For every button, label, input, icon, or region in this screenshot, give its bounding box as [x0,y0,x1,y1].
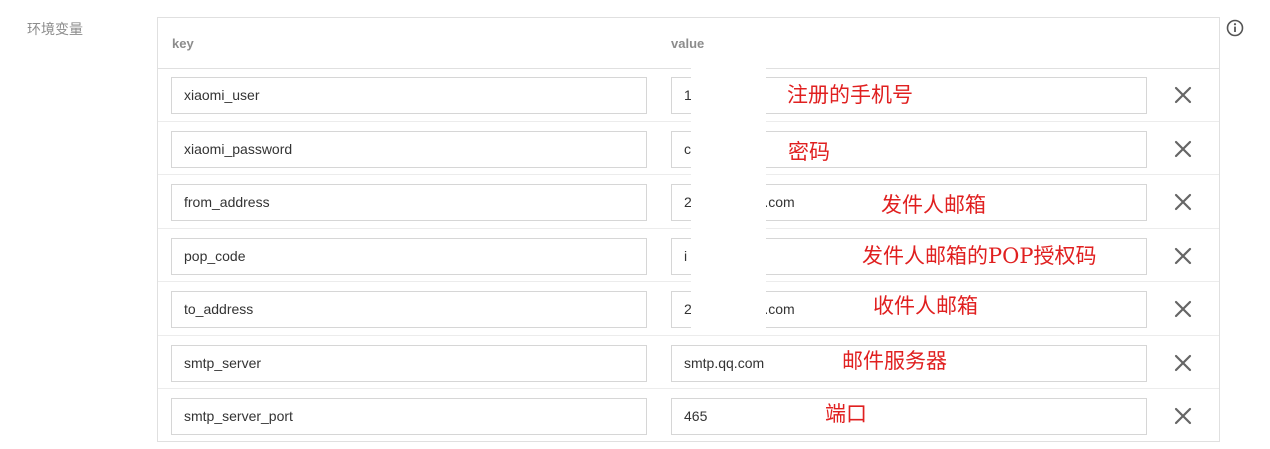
key-input[interactable]: smtp_server_port [171,398,647,435]
info-icon[interactable] [1226,19,1244,37]
close-icon[interactable] [1172,84,1194,106]
close-icon[interactable] [1172,405,1194,427]
table-header: key value [158,18,1219,69]
annotation-smtp-server-port: 端口 [825,402,867,426]
value-input[interactable]: 465 [671,398,1147,435]
table-row: xiaomi_user 1 [158,68,1219,122]
key-input[interactable]: xiaomi_password [171,130,647,168]
close-icon[interactable] [1172,352,1194,374]
table-row: smtp_server_port 465 [158,389,1219,443]
key-column-header: key [172,36,194,51]
key-input[interactable]: from_address [171,184,647,221]
annotation-smtp-server: 邮件服务器 [842,349,947,373]
table-row: xiaomi_password c [158,122,1219,175]
close-icon[interactable] [1172,138,1194,160]
table-row: from_address 2 @qq.com [158,175,1219,229]
close-icon[interactable] [1172,191,1194,213]
key-input[interactable]: xiaomi_user [171,77,647,114]
env-var-table: key value xiaomi_user 1 xiaomi_password … [157,17,1220,442]
annotation-pop-code: 发件人邮箱的POP授权码 [862,244,1097,268]
section-label: 环境变量 [27,21,83,37]
table-row: smtp_server smtp.qq.com [158,336,1219,389]
annotation-to-address: 收件人邮箱 [873,294,978,318]
key-input[interactable]: to_address [171,291,647,328]
annotation-xiaomi-user: 注册的手机号 [787,83,913,107]
close-icon[interactable] [1172,245,1194,267]
redaction-mask [691,68,766,330]
value-column-header: value [671,36,705,51]
key-input[interactable]: smtp_server [171,344,647,382]
annotation-xiaomi-password: 密码 [788,140,830,164]
table-row: to_address 2 @qq.com [158,282,1219,336]
annotation-from-address: 发件人邮箱 [881,193,986,217]
key-input[interactable]: pop_code [171,237,647,275]
close-icon[interactable] [1172,298,1194,320]
